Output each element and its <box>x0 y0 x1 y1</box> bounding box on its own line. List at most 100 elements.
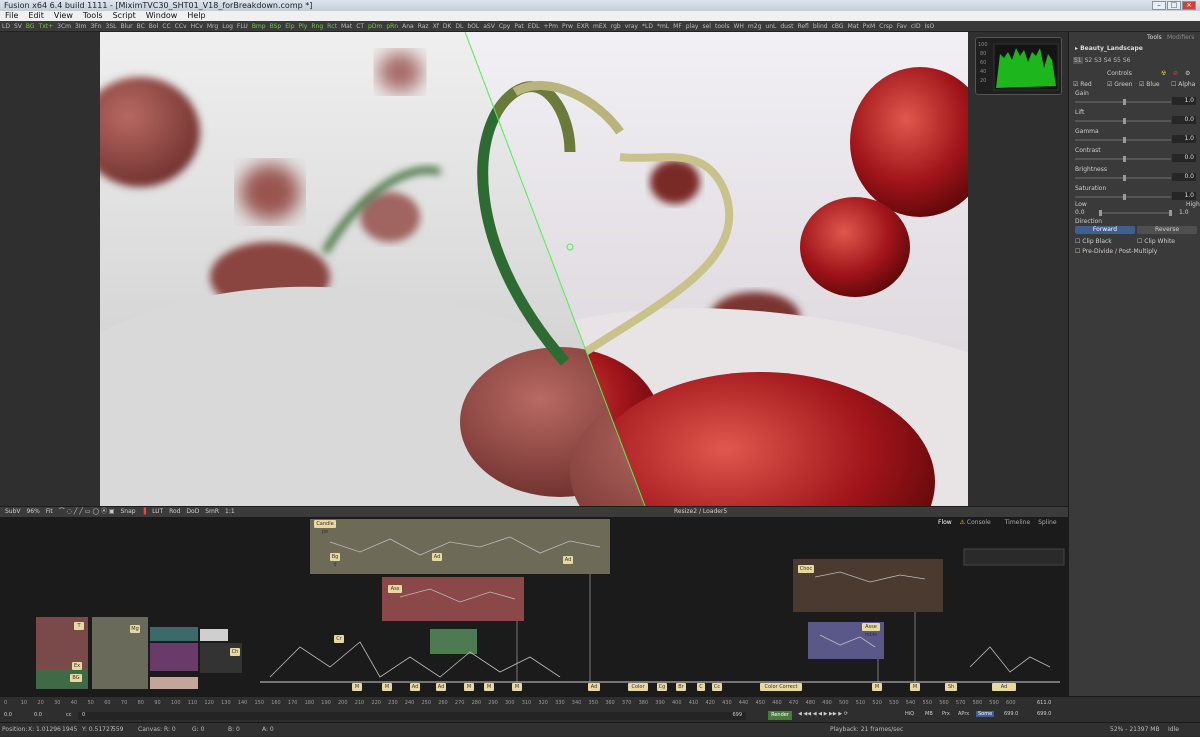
flow-node[interactable]: Sh <box>945 683 957 691</box>
gear-icon[interactable]: ⚙ <box>1185 69 1190 78</box>
playback-controls[interactable]: ◀ ◀◀ ◀ ◀ ▶ ▶▶ ▶ ⟳ <box>798 711 848 717</box>
clip-white-checkbox[interactable]: ☐ Clip White <box>1137 237 1175 246</box>
low-high-range-slider[interactable] <box>1099 210 1172 216</box>
tab-spline[interactable]: Spline <box>1038 519 1056 526</box>
toolbar-button[interactable]: m2g <box>746 21 763 31</box>
toolbar-button[interactable]: CCv <box>173 21 189 31</box>
toolbar-button[interactable]: Cpy <box>497 21 513 31</box>
controls-section[interactable]: Controls <box>1107 69 1132 78</box>
toolbar-button[interactable]: CC <box>160 21 172 31</box>
flow-node[interactable]: M <box>352 683 362 691</box>
toolbar-button[interactable]: Bol <box>147 21 160 31</box>
maximize-button[interactable]: □ <box>1167 1 1181 10</box>
param-value[interactable]: 1.0 <box>1172 192 1196 200</box>
flow-node[interactable]: Ch <box>230 648 240 656</box>
histogram-scope[interactable]: 100 80 60 40 20 <box>975 37 1062 95</box>
forward-button[interactable]: Forward <box>1075 226 1135 234</box>
toolbar-button[interactable]: CT <box>354 21 366 31</box>
menu-window[interactable]: Window <box>141 11 183 21</box>
toolbar-button[interactable]: pRn <box>384 21 400 31</box>
toolbar-button[interactable]: BC <box>135 21 147 31</box>
toolbar-button[interactable]: DK <box>441 21 454 31</box>
param-slider[interactable] <box>1075 137 1171 143</box>
tab-s2[interactable]: S2 <box>1085 57 1093 64</box>
tab-s6[interactable]: S6 <box>1123 57 1131 64</box>
radiation-icon[interactable]: ☢ <box>1161 69 1166 78</box>
toolbar-button[interactable]: *mL <box>655 21 671 31</box>
param-slider[interactable] <box>1075 99 1171 105</box>
end-value[interactable]: 699.0 <box>1004 711 1018 717</box>
param-value[interactable]: 1.0 <box>1172 135 1196 143</box>
toolbar-button[interactable]: blind <box>811 21 830 31</box>
toolbar-button[interactable]: 3Cm <box>55 21 73 31</box>
toolbar-button[interactable]: cBG <box>830 21 846 31</box>
flow-node[interactable]: Cg <box>657 683 667 691</box>
toolbar-button[interactable]: tools <box>713 21 732 31</box>
start-render-field[interactable]: 0.0 <box>34 712 42 718</box>
flow-node[interactable]: M <box>512 683 522 691</box>
toolbar-button[interactable]: unL <box>763 21 778 31</box>
toolbar-button[interactable]: DL <box>453 21 465 31</box>
toolbar-button[interactable]: cID <box>909 21 923 31</box>
toolbar-button[interactable]: BG <box>24 21 37 31</box>
toolbar-button[interactable]: SV <box>12 21 24 31</box>
toolbar-button[interactable]: Raz <box>416 21 431 31</box>
flow-node[interactable]: Candle pe <box>314 520 336 535</box>
toolbar-button[interactable]: Xf <box>431 21 441 31</box>
reset-icon[interactable]: ⊘ <box>1173 69 1178 78</box>
menu-file[interactable]: File <box>0 11 23 21</box>
toolbar-button[interactable]: Log <box>220 21 235 31</box>
param-slider[interactable] <box>1075 118 1171 124</box>
flow-node[interactable]: BG <box>70 674 82 682</box>
blue-checkbox[interactable]: ☑ Blue <box>1139 80 1160 89</box>
dod-button[interactable]: DoD <box>184 507 201 517</box>
flow-node[interactable]: Choc <box>798 565 814 573</box>
toolbar-button[interactable]: Mat <box>846 21 861 31</box>
smr-button[interactable]: SmR <box>203 507 221 517</box>
menu-edit[interactable]: Edit <box>23 11 49 21</box>
toolbar-button[interactable]: 3SL <box>104 21 119 31</box>
minimize-button[interactable]: – <box>1152 1 1166 10</box>
toolbar-button[interactable]: Elp <box>283 21 296 31</box>
tab-timeline[interactable]: Timeline <box>1005 519 1031 526</box>
clip-black-checkbox[interactable]: ☐ Clip Black <box>1075 237 1112 246</box>
flow-node[interactable]: M <box>484 683 494 691</box>
toolbar-button[interactable]: +Pm <box>542 21 561 31</box>
flow-node[interactable]: Ad <box>563 556 573 564</box>
high-value[interactable]: 1.0 <box>1179 208 1189 217</box>
flow-node[interactable]: Br <box>676 683 686 691</box>
toolbar-button[interactable]: PxM <box>861 21 877 31</box>
flow-node[interactable]: Mg <box>130 625 140 633</box>
tool-icons[interactable]: ⌒ ◌ ╱ ╱ ▭ ◯ Ⓐ ▣ <box>57 507 117 517</box>
toolbar-button[interactable]: WH <box>731 21 745 31</box>
flow-node[interactable]: Ex <box>72 662 82 670</box>
red-checkbox[interactable]: ☑ Red <box>1073 80 1092 89</box>
tab-modifiers[interactable]: Modifiers <box>1167 33 1194 42</box>
flow-node[interactable]: Color <box>628 683 648 691</box>
toolbar-button[interactable]: Crsp <box>877 21 895 31</box>
toolbar-button[interactable]: 3Im <box>73 21 88 31</box>
param-slider[interactable] <box>1075 194 1171 200</box>
toolbar-button[interactable]: Mat <box>339 21 354 31</box>
toolbar-button[interactable]: MF <box>671 21 684 31</box>
toolbar-button[interactable]: Rng <box>309 21 325 31</box>
rod-button[interactable]: Rod <box>167 507 182 517</box>
global-end-value[interactable]: 699.0 <box>1037 711 1051 717</box>
toolbar-button[interactable]: HCv <box>189 21 205 31</box>
param-value[interactable]: 0.0 <box>1172 154 1196 162</box>
predivide-checkbox[interactable]: ☐ Pre-Divide / Post-Multiply <box>1075 247 1157 256</box>
toolbar-button[interactable]: LD <box>0 21 12 31</box>
end-frame-field[interactable]: 699 <box>732 712 742 718</box>
zoom-dropdown[interactable]: 96% <box>24 507 41 517</box>
close-button[interactable]: × <box>1182 1 1196 10</box>
flow-node[interactable]: Ad <box>436 683 446 691</box>
menu-script[interactable]: Script <box>108 11 141 21</box>
reverse-button[interactable]: Reverse <box>1137 226 1197 234</box>
flow-node[interactable]: M <box>382 683 392 691</box>
param-slider[interactable] <box>1075 175 1171 181</box>
toolbar-button[interactable]: Txt+ <box>37 21 56 31</box>
toolbar-button[interactable]: *LD <box>640 21 655 31</box>
render-end-value[interactable]: 611.0 <box>1037 700 1051 706</box>
tab-flow[interactable]: Flow <box>938 519 952 526</box>
flow-node[interactable]: Color Correct <box>760 683 802 691</box>
